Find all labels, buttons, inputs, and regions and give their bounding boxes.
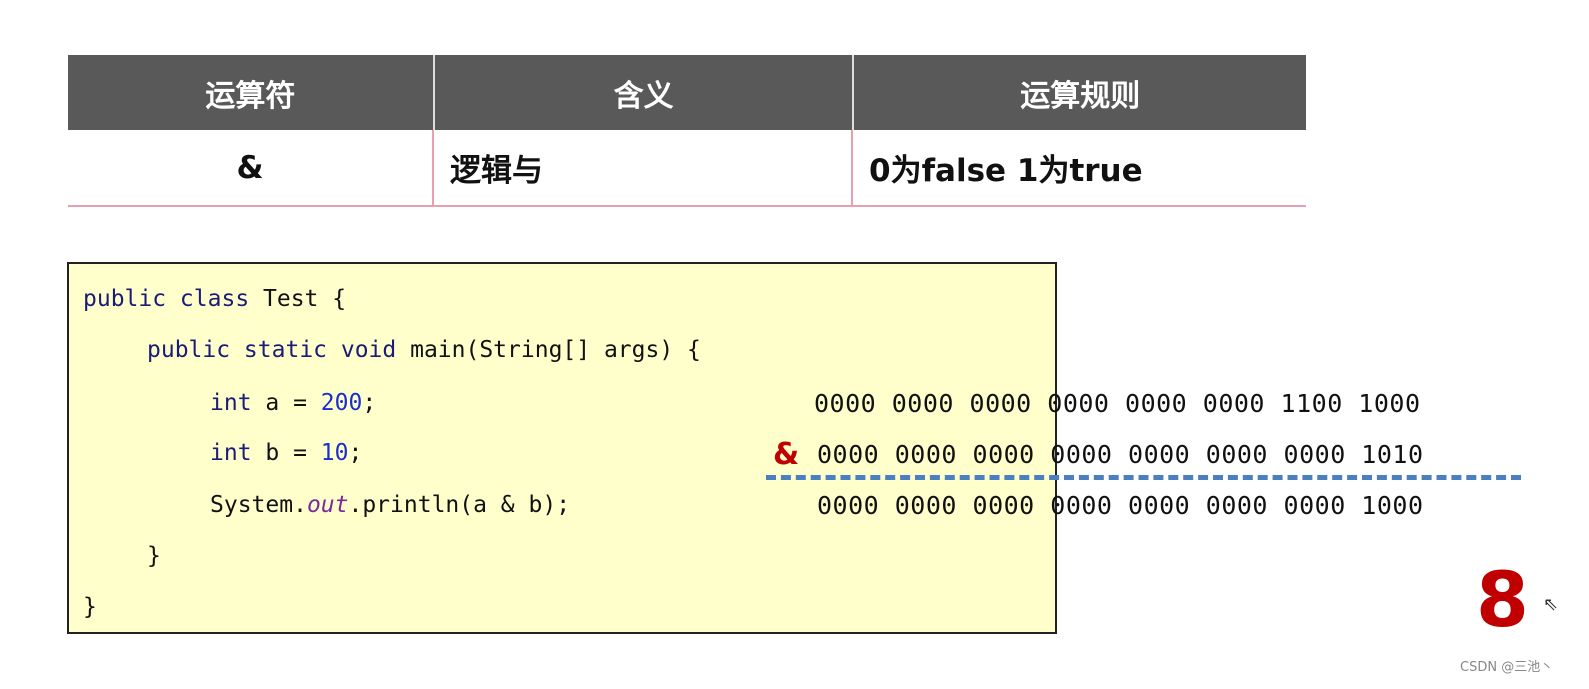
code-line-3: int a = 200; bbox=[210, 390, 376, 416]
number-literal: 10 bbox=[320, 440, 349, 466]
divider-line bbox=[766, 475, 1521, 480]
code-line-4: int b = 10; bbox=[210, 440, 362, 466]
table-header: 运算符 含义 运算规则 bbox=[68, 55, 1306, 130]
keyword: public static void bbox=[147, 337, 397, 363]
header-rule: 运算规则 bbox=[1020, 78, 1141, 114]
keyword: int bbox=[210, 390, 252, 416]
and-operator: & bbox=[773, 437, 800, 472]
code-line-5: System.out.println(a & b); bbox=[210, 492, 570, 518]
binary-a: 0000 0000 0000 0000 0000 0000 1100 1000 bbox=[814, 389, 1421, 418]
code-text: main(String[] args) { bbox=[396, 337, 701, 363]
code-line-6: } bbox=[147, 543, 161, 569]
field-name: out bbox=[306, 492, 349, 518]
code-line-1: public class Test { bbox=[83, 286, 346, 312]
header-meaning: 含义 bbox=[435, 55, 855, 130]
code-line-2: public static void main(String[] args) { bbox=[147, 337, 701, 363]
mouse-cursor-icon: ⇖ bbox=[1543, 594, 1559, 615]
cell-operator: & bbox=[68, 130, 434, 205]
code-text: ; bbox=[362, 390, 377, 416]
code-text: ; bbox=[348, 440, 363, 466]
header-operator: 运算符 bbox=[68, 55, 435, 130]
code-text: a = bbox=[251, 390, 321, 416]
table-row: & 逻辑与 0为false 1为true bbox=[68, 130, 1306, 207]
cell-rule: 0为false 1为true bbox=[869, 153, 1143, 189]
watermark: CSDN @三池丶 bbox=[1460, 660, 1554, 675]
code-text: b = bbox=[251, 440, 321, 466]
keyword: public class bbox=[83, 286, 250, 312]
code-text: Test { bbox=[249, 286, 347, 312]
code-text: System. bbox=[210, 492, 307, 518]
cell-meaning: 逻辑与 bbox=[434, 130, 853, 205]
code-text: .println(a & b); bbox=[348, 492, 571, 518]
code-line-7: } bbox=[83, 594, 97, 620]
keyword: int bbox=[210, 440, 252, 466]
operator-table: 运算符 含义 运算规则 & 逻辑与 0为false 1为true bbox=[68, 55, 1306, 207]
binary-b: 0000 0000 0000 0000 0000 0000 0000 1010 bbox=[817, 440, 1424, 469]
binary-result: 0000 0000 0000 0000 0000 0000 0000 1000 bbox=[817, 491, 1424, 520]
number-literal: 200 bbox=[320, 390, 363, 416]
decimal-result: 8 bbox=[1476, 555, 1529, 644]
